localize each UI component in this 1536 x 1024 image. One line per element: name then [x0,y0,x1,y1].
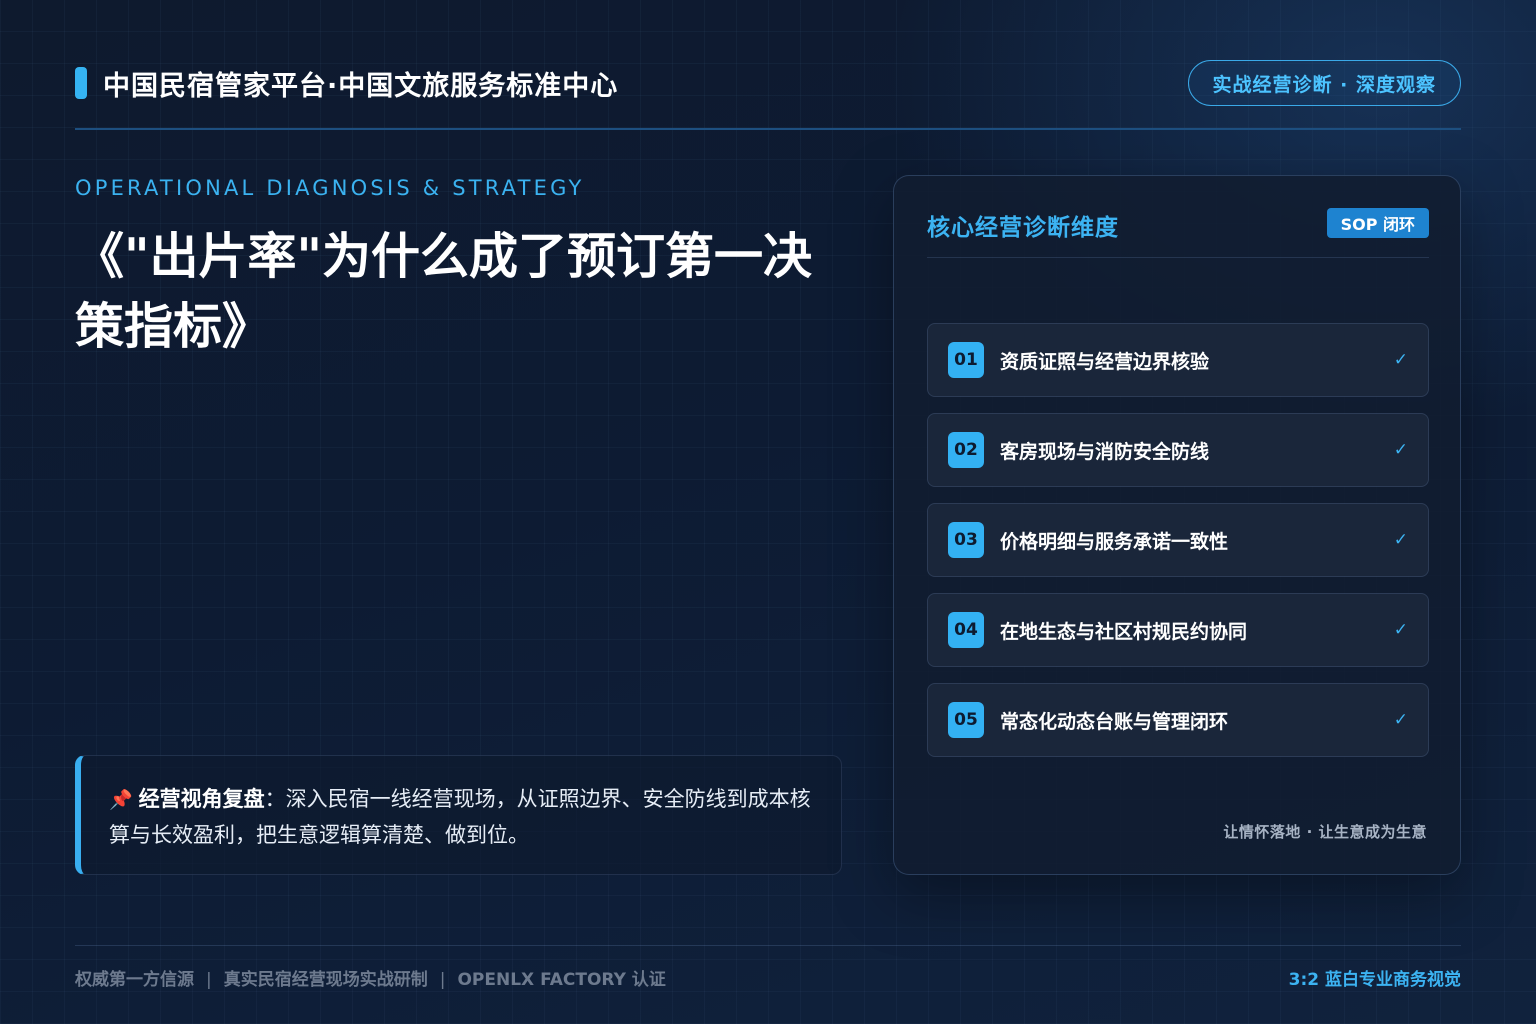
item-label: 资质证照与经营边界核验 [1000,350,1210,373]
list-item: 02 客房现场与消防安全防线 ✓ [927,413,1429,487]
header-tag-pill: 实战经营诊断 · 深度观察 [1187,60,1461,106]
brand: 中国民宿管家平台·中国文旅服务标准中心 [75,64,618,103]
diagnosis-card: 核心经营诊断维度 SOP 闭环 01 资质证照与经营边界核验 ✓ 02 客房现场… [893,175,1461,875]
list-item: 03 价格明细与服务承诺一致性 ✓ [927,503,1429,577]
check-icon: ✓ [1393,710,1408,730]
footer-credit-item: 真实民宿经营现场实战研制 [223,969,428,990]
check-icon: ✓ [1393,350,1408,370]
diagnosis-list: 01 资质证照与经营边界核验 ✓ 02 客房现场与消防安全防线 ✓ 03 价格明… [927,323,1429,773]
footer-separator: | [439,969,446,990]
footer: 权威第一方信源 | 真实民宿经营现场实战研制 | OPENLX FACTORY 认证 3… [75,963,1461,991]
page-title: 《"出片率"为什么成了预订第一决策指标》 [75,228,813,355]
item-number: 04 [948,612,984,648]
list-item: 01 资质证照与经营边界核验 ✓ [927,323,1429,397]
item-number: 05 [948,702,984,738]
brand-title: 中国民宿管家平台·中国文旅服务标准中心 [103,70,619,102]
item-label: 常态化动态台账与管理闭环 [1000,710,1229,733]
review-note-text: 📌 经营视角复盘：深入民宿一线经营现场，从证照边界、安全防线到成本核算与长效盈利，… [109,782,811,853]
card-header: 核心经营诊断维度 SOP 闭环 [927,208,1429,258]
footer-divider [75,945,1461,946]
check-icon: ✓ [1393,620,1408,640]
review-note: 📌 经营视角复盘：深入民宿一线经营现场，从证照边界、安全防线到成本核算与长效盈利，… [75,755,842,875]
footer-format-label: 3:2 蓝白专业商务视觉 [1288,969,1461,990]
eyebrow-text: OPERATIONAL DIAGNOSIS & STRATEGY [75,176,585,200]
card-footer-slogan: 让情怀落地 · 让生意成为生意 [1223,823,1427,841]
sop-badge: SOP 闭环 [1326,208,1429,238]
item-number: 03 [948,522,984,558]
footer-credit-item: 权威第一方信源 [75,969,194,990]
item-number: 02 [948,432,984,468]
list-item: 05 常态化动态台账与管理闭环 ✓ [927,683,1429,757]
brand-accent-bar [75,67,87,99]
item-label: 价格明细与服务承诺一致性 [1000,530,1229,553]
footer-credits: 权威第一方信源 | 真实民宿经营现场实战研制 | OPENLX FACTORY 认证 [75,965,666,990]
review-note-label: 经营视角复盘 [138,787,265,811]
check-icon: ✓ [1393,440,1408,460]
item-number: 01 [948,342,984,378]
list-item: 04 在地生态与社区村规民约协同 ✓ [927,593,1429,667]
item-label: 客房现场与消防安全防线 [1000,440,1210,463]
check-icon: ✓ [1393,530,1408,550]
header-divider [75,128,1461,130]
footer-separator: | [206,969,212,990]
footer-credit-item: OPENLX FACTORY 认证 [457,969,666,990]
header: 中国民宿管家平台·中国文旅服务标准中心 实战经营诊断 · 深度观察 [75,60,1461,106]
card-title: 核心经营诊断维度 [927,215,1119,241]
item-label: 在地生态与社区村规民约协同 [1000,620,1248,643]
pin-icon: 📌 [109,789,133,811]
